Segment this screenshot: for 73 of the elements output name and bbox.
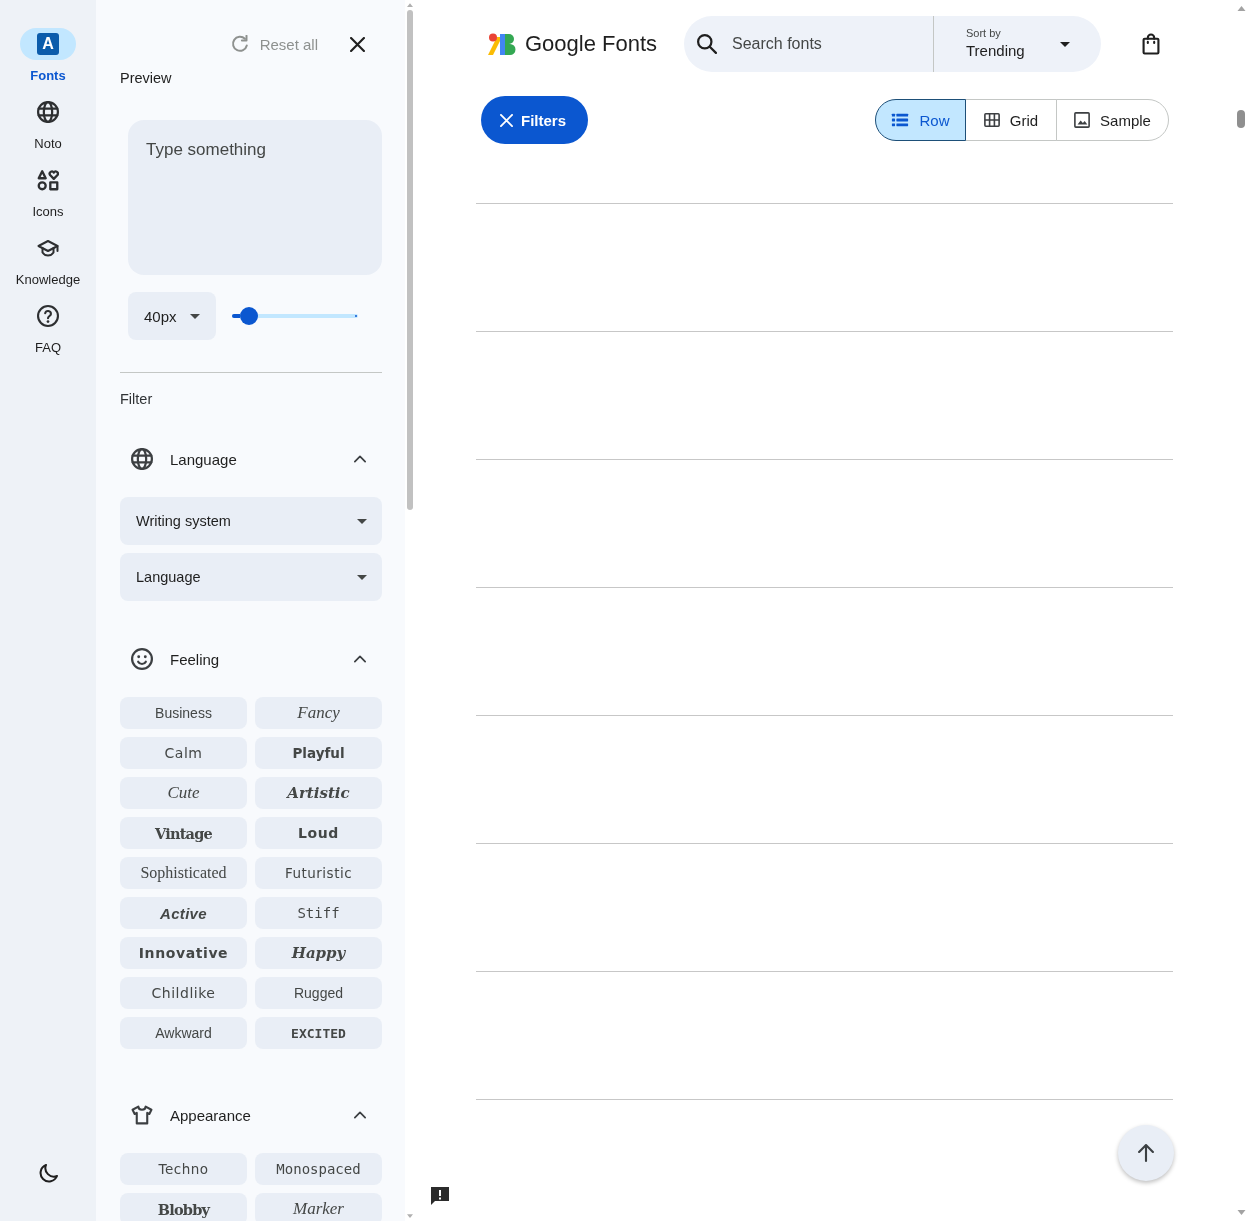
- section-toggle[interactable]: Appearance: [120, 1091, 382, 1139]
- filter-chip[interactable]: Innovative: [120, 937, 247, 969]
- filter-chip[interactable]: Marker: [255, 1193, 382, 1221]
- caret-icon: [357, 518, 367, 524]
- search-icon: [697, 34, 717, 54]
- graduation-cap-icon: [37, 237, 59, 259]
- filter-chip[interactable]: Artistic: [255, 777, 382, 809]
- logo-icon: [488, 32, 518, 56]
- size-slider[interactable]: [232, 307, 358, 325]
- filter-dropdown[interactable]: Language: [120, 553, 382, 601]
- view-toggle[interactable]: Sample: [1056, 99, 1169, 141]
- filter-chip[interactable]: Blobby: [120, 1193, 247, 1221]
- filter-chip[interactable]: Fancy: [255, 697, 382, 729]
- sort-dropdown[interactable]: Sort by Trending: [933, 16, 1101, 72]
- close-icon[interactable]: [350, 36, 365, 52]
- scrollbar-thumb[interactable]: [407, 10, 413, 510]
- refresh-icon: [230, 35, 249, 53]
- filter-chip[interactable]: Stiff: [255, 897, 382, 929]
- image-icon: [1074, 112, 1091, 128]
- filter-chip[interactable]: Techno: [120, 1153, 247, 1185]
- view-toggle[interactable]: Row: [875, 99, 966, 141]
- search-input[interactable]: Search fonts: [732, 35, 902, 53]
- filter-chip[interactable]: EXCITED: [255, 1017, 382, 1049]
- filter-chip[interactable]: Monospaced: [255, 1153, 382, 1185]
- nav-item[interactable]: FAQ: [3, 300, 93, 356]
- nav-item[interactable]: Noto: [3, 96, 93, 152]
- nav-item[interactable]: Icons: [3, 164, 93, 220]
- filter-chip[interactable]: Happy: [255, 937, 382, 969]
- section-toggle[interactable]: Language: [120, 435, 382, 483]
- moon-icon[interactable]: [38, 1164, 58, 1183]
- sort-label: Sort by: [966, 27, 1001, 40]
- filter-chip[interactable]: Futuristic: [255, 857, 382, 889]
- help-icon: [37, 305, 59, 327]
- filter-chip[interactable]: Vintage: [120, 817, 247, 849]
- nav-item[interactable]: A Fonts: [3, 28, 93, 84]
- shopping-bag-icon[interactable]: [1142, 33, 1160, 55]
- letter-tile-icon: A: [37, 33, 59, 55]
- filter-heading: Filter: [120, 391, 153, 407]
- filter-chip[interactable]: Cute: [120, 777, 247, 809]
- shapes-icon: [37, 169, 59, 191]
- filter-chip[interactable]: Calm: [120, 737, 247, 769]
- filter-chip[interactable]: Childlike: [120, 977, 247, 1009]
- nav-item[interactable]: Knowledge: [3, 232, 93, 288]
- view-toggle[interactable]: Grid: [965, 99, 1057, 141]
- preview-heading: Preview: [120, 70, 172, 86]
- caret-icon: [1060, 41, 1070, 47]
- globe-icon: [37, 101, 59, 123]
- caret-icon: [190, 313, 200, 319]
- preview-field[interactable]: Type something: [128, 120, 382, 275]
- filter-chip[interactable]: Active: [120, 897, 247, 929]
- list-icon: [891, 111, 910, 129]
- scroll-to-top-button[interactable]: [1118, 1125, 1174, 1181]
- grid-icon: [983, 112, 1000, 128]
- filter-chip[interactable]: Business: [120, 697, 247, 729]
- globe-icon: [131, 448, 153, 470]
- filter-chip[interactable]: Sophisticated: [120, 857, 247, 889]
- filter-chip[interactable]: Awkward: [120, 1017, 247, 1049]
- size-dropdown[interactable]: 40px: [128, 292, 216, 340]
- filter-chip[interactable]: Loud: [255, 817, 382, 849]
- filter-dropdown[interactable]: Writing system: [120, 497, 382, 545]
- slider-thumb[interactable]: [239, 307, 258, 325]
- shirt-icon: [131, 1104, 153, 1126]
- smiley-icon: [131, 648, 153, 670]
- close-icon: [500, 113, 513, 127]
- filter-chip[interactable]: Rugged: [255, 977, 382, 1009]
- scrollbar-thumb[interactable]: [1237, 110, 1245, 128]
- filters-button[interactable]: Filters: [481, 96, 588, 144]
- arrow-up-icon: [1137, 1144, 1155, 1162]
- filter-chip[interactable]: Playful: [255, 737, 382, 769]
- section-toggle[interactable]: Feeling: [120, 635, 382, 683]
- caret-icon: [357, 574, 367, 580]
- brand-name: Google Fonts: [525, 31, 658, 57]
- feedback-icon[interactable]: [430, 1186, 450, 1206]
